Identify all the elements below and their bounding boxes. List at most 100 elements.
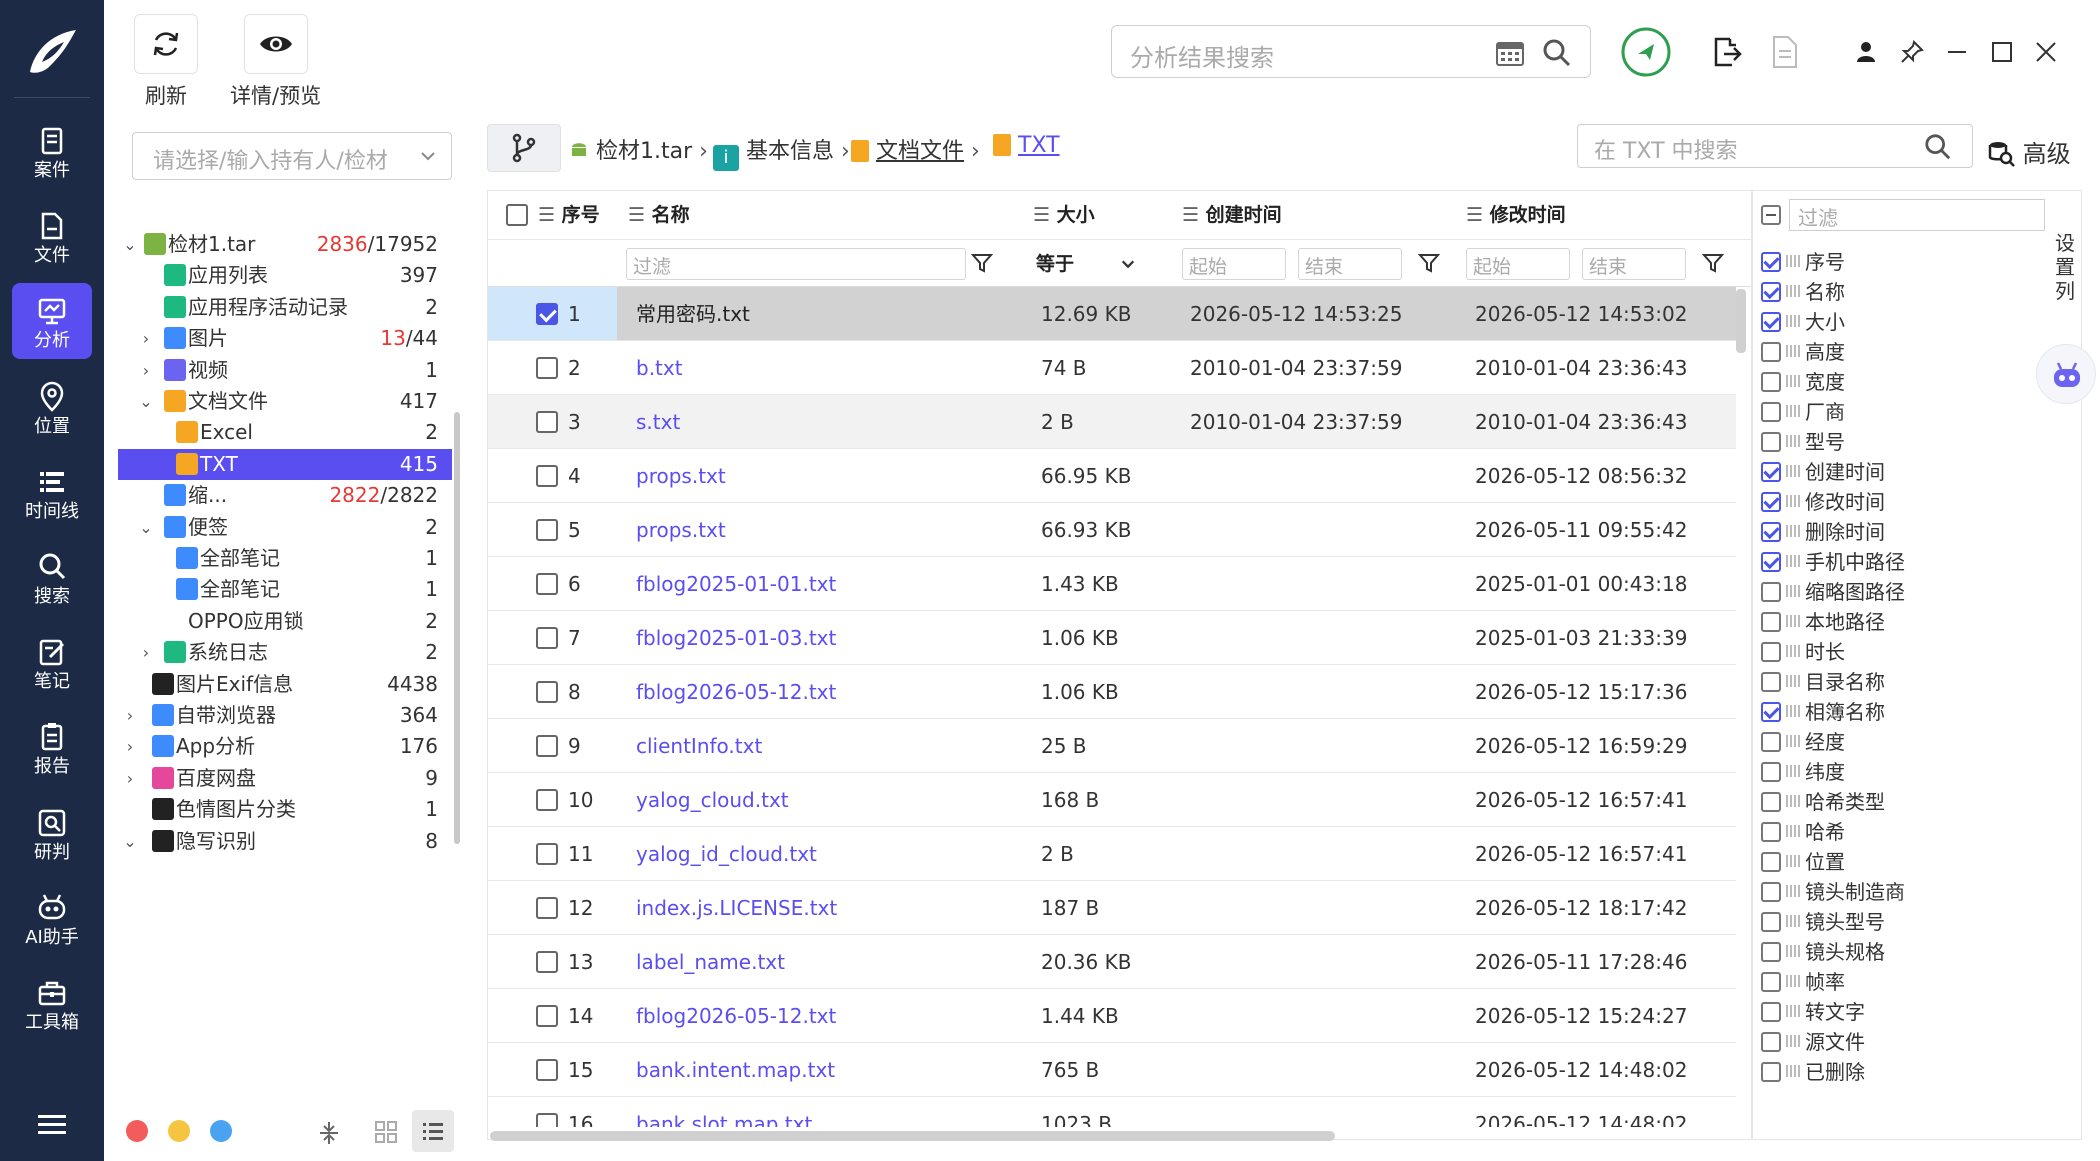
chevron-right-icon[interactable]: › — [120, 731, 140, 762]
column-option-checkbox[interactable] — [1761, 252, 1781, 272]
created-end-input[interactable]: 结束 — [1298, 248, 1402, 280]
drag-handle-icon[interactable] — [1786, 645, 1800, 657]
list-view-button[interactable] — [412, 1110, 454, 1152]
size-operator-select[interactable]: 等于 — [1036, 248, 1146, 280]
cell-name[interactable]: bank.slot.map.txt — [636, 1097, 812, 1127]
tree-item[interactable]: 全部笔记 1 — [118, 574, 452, 605]
drag-handle-icon[interactable] — [1786, 435, 1800, 447]
chevron-right-icon[interactable]: › — [136, 637, 156, 668]
yellow-status-dot[interactable] — [168, 1120, 190, 1142]
table-row[interactable]: 4 props.txt 66.95 KB 2026-05-12 08:56:32 — [488, 449, 1736, 503]
table-row[interactable]: 6 fblog2025-01-01.txt 1.43 KB 2025-01-01 00… — [488, 557, 1736, 611]
row-checkbox[interactable] — [536, 1005, 558, 1027]
column-option[interactable]: 手机中路径 — [1761, 547, 1981, 577]
column-option[interactable]: 缩略图路径 — [1761, 577, 1981, 607]
nav-item-case[interactable]: 案件 — [12, 113, 92, 189]
column-option-checkbox[interactable] — [1761, 642, 1781, 662]
chevron-down-icon[interactable]: ⌄ — [120, 229, 140, 260]
table-row[interactable]: 1 常用密码.txt 12.69 KB 2026-05-12 14:53:25 2026… — [488, 287, 1736, 341]
row-checkbox[interactable] — [536, 465, 558, 487]
column-option[interactable]: 厂商 — [1761, 397, 1981, 427]
row-checkbox[interactable] — [536, 357, 558, 379]
tree-item[interactable]: 应用程序活动记录 2 — [118, 292, 452, 323]
cell-name[interactable]: bank.intent.map.txt — [636, 1043, 835, 1097]
tree-item[interactable]: 应用列表 397 — [118, 260, 452, 291]
column-option[interactable]: 时长 — [1761, 637, 1981, 667]
column-option[interactable]: 序号 — [1761, 247, 1981, 277]
preview-button[interactable]: 详情/预览 — [230, 14, 321, 110]
name-filter-input[interactable]: 过滤 — [626, 248, 966, 280]
column-option-checkbox[interactable] — [1761, 432, 1781, 452]
ai-assistant-button[interactable] — [2036, 344, 2096, 404]
maximize-button[interactable] — [1982, 32, 2022, 72]
nav-item-toolbox[interactable]: 工具箱 — [12, 965, 92, 1041]
column-option[interactable]: 转文字 — [1761, 997, 1981, 1027]
filter-icon[interactable] — [1418, 252, 1440, 274]
nav-item-search[interactable]: 搜索 — [12, 539, 92, 615]
row-checkbox[interactable] — [536, 843, 558, 865]
chevron-down-icon[interactable]: ⌄ — [136, 386, 156, 417]
filter-icon[interactable] — [971, 252, 993, 274]
column-option[interactable]: 经度 — [1761, 727, 1981, 757]
minimize-button[interactable] — [1937, 32, 1977, 72]
column-option[interactable]: 哈希类型 — [1761, 787, 1981, 817]
table-horizontal-scrollbar[interactable] — [490, 1131, 1335, 1141]
column-option-checkbox[interactable] — [1761, 912, 1781, 932]
column-option[interactable]: 大小 — [1761, 307, 1981, 337]
column-option-checkbox[interactable] — [1761, 372, 1781, 392]
drag-handle-icon[interactable] — [1786, 705, 1800, 717]
drag-handle-icon[interactable] — [1786, 1035, 1800, 1047]
column-option[interactable]: 源文件 — [1761, 1027, 1981, 1057]
column-option[interactable]: 名称 — [1761, 277, 1981, 307]
column-option-checkbox[interactable] — [1761, 522, 1781, 542]
column-option[interactable]: 宽度 — [1761, 367, 1981, 397]
column-option[interactable]: 镜头型号 — [1761, 907, 1981, 937]
set-columns-tab[interactable]: 设置列 — [2053, 231, 2077, 303]
drag-handle-icon[interactable] — [1786, 885, 1800, 897]
cell-name[interactable]: label_name.txt — [636, 935, 785, 989]
branch-button[interactable] — [487, 124, 561, 172]
report-doc-button[interactable] — [1764, 32, 1804, 72]
cell-name[interactable]: clientInfo.txt — [636, 719, 762, 773]
column-option[interactable]: 镜头制造商 — [1761, 877, 1981, 907]
table-row[interactable]: 10 yalog_cloud.txt 168 B 2026-05-12 16:57:4… — [488, 773, 1736, 827]
column-select-toggle[interactable] — [1761, 205, 1781, 225]
drag-handle-icon[interactable] — [1786, 975, 1800, 987]
table-vertical-scrollbar[interactable] — [1736, 289, 1746, 353]
column-header-modified[interactable]: ☰ 修改时间 — [1466, 191, 1566, 239]
column-option-checkbox[interactable] — [1761, 882, 1781, 902]
status-shield-button[interactable] — [1620, 26, 1672, 78]
drag-handle-icon[interactable] — [1786, 1065, 1800, 1077]
column-option[interactable]: 本地路径 — [1761, 607, 1981, 637]
tree-item[interactable]: › 视频 1 — [118, 355, 452, 386]
tree-item[interactable]: › 图片 13/44 — [118, 323, 452, 354]
column-option-checkbox[interactable] — [1761, 822, 1781, 842]
column-option-checkbox[interactable] — [1761, 612, 1781, 632]
cell-name[interactable]: index.js.LICENSE.txt — [636, 881, 837, 935]
drag-handle-icon[interactable] — [1786, 1005, 1800, 1017]
column-option-checkbox[interactable] — [1761, 732, 1781, 752]
breadcrumb-item-tar[interactable]: 检材1.tar › — [569, 133, 708, 165]
modified-start-input[interactable]: 起始 — [1466, 248, 1570, 280]
table-row[interactable]: 9 clientInfo.txt 25 B 2026-05-12 16:59:29 — [488, 719, 1736, 773]
column-option-checkbox[interactable] — [1761, 312, 1781, 332]
cell-name[interactable]: fblog2026-05-12.txt — [636, 989, 836, 1043]
tree-item[interactable]: › 系统日志 2 — [118, 637, 452, 668]
cell-name[interactable]: s.txt — [636, 395, 680, 449]
column-option[interactable]: 相簿名称 — [1761, 697, 1981, 727]
table-row[interactable]: 2 b.txt 74 B 2010-01-04 23:37:59 2010-01-04 … — [488, 341, 1736, 395]
cell-name[interactable]: props.txt — [636, 449, 726, 503]
tree-item[interactable]: 色情图片分类 1 — [118, 794, 452, 825]
tree-item[interactable]: 图片Exif信息 4438 — [118, 669, 452, 700]
column-filter-input[interactable]: 过滤 — [1789, 199, 2045, 231]
export-button[interactable] — [1706, 32, 1746, 72]
nav-item-report[interactable]: 报告 — [12, 709, 92, 785]
drag-handle-icon[interactable] — [1786, 855, 1800, 867]
row-checkbox[interactable] — [536, 573, 558, 595]
row-checkbox[interactable] — [536, 627, 558, 649]
column-option-checkbox[interactable] — [1761, 942, 1781, 962]
column-option[interactable]: 已删除 — [1761, 1057, 1981, 1087]
chevron-right-icon[interactable]: › — [136, 323, 156, 354]
row-checkbox[interactable] — [536, 1059, 558, 1081]
calendar-icon[interactable] — [1495, 39, 1525, 67]
